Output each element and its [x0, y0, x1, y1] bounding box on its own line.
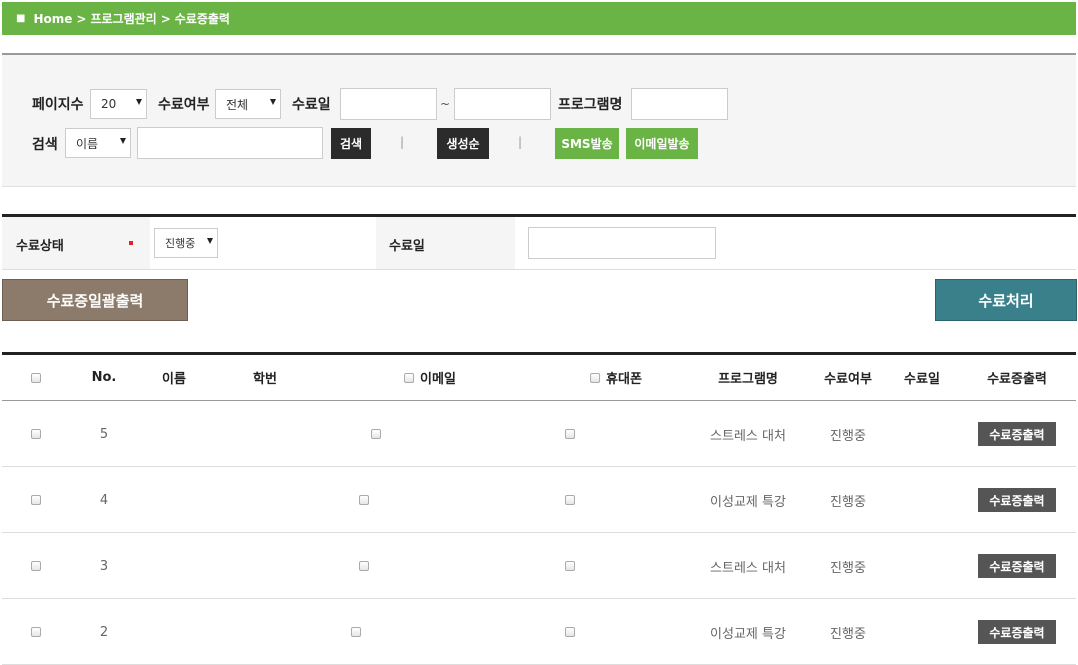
row-email-checkbox[interactable] [359, 561, 369, 571]
row-status: 진행중 [830, 494, 866, 510]
row-program: 이성교제 특강 [710, 494, 786, 510]
row-checkbox[interactable] [31, 495, 41, 505]
bullet-icon: ■ [16, 13, 26, 24]
email-select-all-checkbox[interactable] [404, 372, 415, 383]
status-label: 수료상태 [16, 239, 64, 254]
row-email-checkbox[interactable] [371, 429, 381, 439]
select-all-checkbox[interactable] [31, 372, 41, 383]
chevron-right-icon: > [160, 11, 171, 26]
header-phone-label: 휴대폰 [606, 372, 642, 387]
dropdown-arrow-icon [120, 138, 126, 144]
date-separator: ~ [440, 97, 451, 111]
header-no: No. [91, 370, 117, 385]
header-status: 수료여부 [824, 372, 872, 387]
row-no: 2 [99, 624, 109, 640]
program-name-label: 프로그램명 [558, 97, 623, 113]
header-student-id: 학번 [253, 372, 277, 387]
search-label: 검색 [32, 137, 58, 153]
completion-label: 수료여부 [158, 97, 210, 113]
print-certificate-button[interactable]: 수료증출력 [978, 488, 1056, 512]
search-button[interactable]: 검색 [331, 128, 371, 159]
header-email: 이메일 [404, 355, 456, 400]
row-program: 스트레스 대처 [710, 428, 786, 444]
header-date: 수료일 [904, 372, 940, 387]
breadcrumb: ■ Home > 프로그램관리 > 수료증출력 [2, 2, 1076, 35]
page-size-label: 페이지수 [32, 97, 84, 113]
print-certificate-button[interactable]: 수료증출력 [978, 422, 1056, 446]
header-name: 이름 [162, 372, 186, 387]
completion-select[interactable]: 전체 [215, 89, 281, 119]
row-phone-checkbox[interactable] [565, 429, 575, 439]
row-phone-checkbox[interactable] [565, 627, 575, 637]
row-email-checkbox[interactable] [351, 627, 361, 637]
row-status: 진행중 [830, 560, 866, 576]
completion-table: No. 이름 학번 이메일 휴대폰 프로그램명 수료여부 수료일 수료증출력 5… [2, 352, 1076, 665]
chevron-right-icon: > [76, 11, 87, 26]
breadcrumb-current: 수료증출력 [174, 12, 230, 26]
header-phone: 휴대폰 [590, 355, 642, 400]
status-select[interactable]: 진행중 [154, 228, 218, 258]
dropdown-arrow-icon [270, 99, 276, 105]
divider: | [400, 135, 405, 149]
print-certificate-button[interactable]: 수료증출력 [978, 554, 1056, 578]
completion-date-input[interactable] [528, 227, 716, 259]
row-email-checkbox[interactable] [359, 495, 369, 505]
row-program: 스트레스 대처 [710, 560, 786, 576]
table-row: 4 이성교제 특강 진행중 수료증출력 [2, 467, 1076, 533]
select-all-header [31, 355, 41, 400]
row-phone-checkbox[interactable] [565, 561, 575, 571]
row-phone-checkbox[interactable] [565, 495, 575, 505]
page-size-select[interactable]: 20 [90, 89, 147, 119]
row-no: 4 [99, 492, 109, 508]
email-send-button[interactable]: 이메일발송 [626, 128, 698, 159]
row-no: 3 [99, 558, 109, 574]
divider: | [518, 135, 523, 149]
row-checkbox[interactable] [31, 429, 41, 439]
required-mark-icon [129, 241, 133, 245]
row-no: 5 [99, 426, 109, 442]
dropdown-arrow-icon [207, 238, 213, 244]
row-checkbox[interactable] [31, 561, 41, 571]
phone-select-all-checkbox[interactable] [590, 372, 601, 383]
table-row: 3 스트레스 대처 진행중 수료증출력 [2, 533, 1076, 599]
bulk-print-certificate-button[interactable]: 수료증일괄출력 [2, 279, 188, 321]
header-email-label: 이메일 [420, 372, 456, 387]
page-size-value: 20 [101, 97, 117, 111]
search-field-value: 이름 [76, 136, 99, 151]
generate-order-button[interactable]: 생성순 [437, 128, 489, 159]
row-status: 진행중 [830, 428, 866, 444]
print-certificate-button[interactable]: 수료증출력 [978, 620, 1056, 644]
date-to-input[interactable] [454, 88, 551, 120]
table-header: No. 이름 학번 이메일 휴대폰 프로그램명 수료여부 수료일 수료증출력 [2, 355, 1076, 401]
table-row: 2 이성교제 특강 진행중 수료증출력 [2, 599, 1076, 665]
date-from-input[interactable] [340, 88, 437, 120]
process-completion-button[interactable]: 수료처리 [935, 279, 1077, 321]
search-field-select[interactable]: 이름 [65, 128, 131, 158]
dropdown-arrow-icon [136, 99, 142, 105]
status-value: 진행중 [165, 237, 196, 250]
sms-send-button[interactable]: SMS발송 [555, 128, 619, 159]
header-certificate: 수료증출력 [987, 372, 1047, 387]
completion-value: 전체 [226, 97, 249, 112]
breadcrumb-section[interactable]: 프로그램관리 [90, 10, 156, 27]
table-row: 5 스트레스 대처 진행중 수료증출력 [2, 401, 1076, 467]
program-name-input[interactable] [631, 88, 728, 120]
completion-date-label: 수료일 [292, 97, 331, 113]
completion-status-form: 수료상태 진행중 수료일 [2, 214, 1076, 270]
row-checkbox[interactable] [31, 627, 41, 637]
header-program: 프로그램명 [718, 372, 778, 387]
row-program: 이성교제 특강 [710, 626, 786, 642]
breadcrumb-home[interactable]: Home [33, 12, 72, 26]
completion-date-label: 수료일 [389, 239, 425, 254]
search-filter-panel: 페이지수 20 수료여부 전체 수료일 ~ 프로그램명 검색 이름 검색 | 생… [2, 53, 1076, 187]
row-status: 진행중 [830, 626, 866, 642]
search-input[interactable] [137, 127, 323, 159]
